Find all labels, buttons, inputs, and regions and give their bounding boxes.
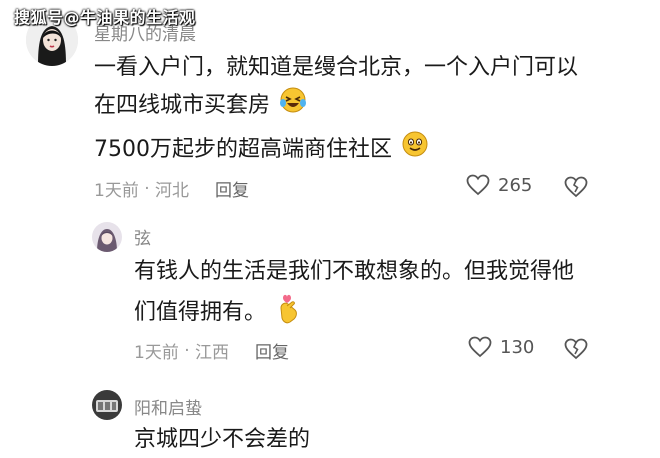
comment-1: 星期八的清晨 一看入户门，就知道是缦合北京，一个入户门可以 在四线城市买套房 7…: [0, 0, 660, 210]
broken-heart-icon: [564, 176, 588, 198]
comment-meta: 1天前 · 河北 回复: [94, 176, 249, 202]
like-button[interactable]: 265: [466, 174, 532, 196]
comment-meta: 1天前 · 江西 回复: [134, 338, 289, 364]
comment-3: 阳和启蛰 京城四少不会差的: [0, 378, 660, 458]
separator-dot: ·: [138, 178, 156, 199]
location: 河北: [155, 181, 190, 201]
comment-text-line: 在四线城市买套房: [94, 86, 307, 126]
dislike-button[interactable]: [564, 176, 588, 202]
comment-text: 在四线城市买套房: [94, 93, 271, 118]
comment-text: 7500万起步的超高端商住社区: [94, 137, 392, 162]
heart-outline-icon: [468, 336, 492, 358]
reply-button[interactable]: 回复: [255, 338, 289, 363]
timestamp: 1天前: [134, 343, 179, 363]
heart-outline-icon: [466, 174, 490, 196]
smiling-emoji: [401, 130, 429, 170]
laughing-tears-emoji: [279, 86, 307, 126]
separator-dot: ·: [178, 340, 196, 361]
comment-2: 弦 有钱人的生活是我们不敢想象的。但我觉得他 们值得拥有。 1天前 · 江西 回…: [0, 210, 660, 370]
comment-text-line: 京城四少不会差的: [134, 427, 311, 452]
comment-text-line: 们值得拥有。: [134, 290, 301, 336]
comment-text-line: 一看入户门，就知道是缦合北京，一个入户门可以: [94, 55, 579, 80]
comment-text-line: 7500万起步的超高端商住社区: [94, 130, 429, 170]
timestamp: 1天前: [94, 181, 139, 201]
location: 江西: [195, 343, 230, 363]
broken-heart-icon: [564, 338, 588, 360]
comment-text: 们值得拥有。: [134, 300, 267, 325]
avatar[interactable]: [92, 390, 122, 420]
avatar[interactable]: [92, 222, 122, 252]
username[interactable]: 阳和启蛰: [134, 394, 202, 419]
like-count: 265: [498, 174, 533, 196]
reply-button[interactable]: 回复: [215, 176, 249, 201]
username[interactable]: 弦: [134, 224, 151, 249]
dislike-button[interactable]: [564, 338, 588, 364]
finger-heart-emoji: [275, 290, 301, 336]
comment-text-line: 有钱人的生活是我们不敢想象的。但我觉得他: [134, 259, 575, 284]
like-button[interactable]: 130: [468, 336, 534, 358]
like-count: 130: [500, 336, 535, 358]
watermark: 搜狐号@牛油果的生活观: [14, 8, 196, 27]
